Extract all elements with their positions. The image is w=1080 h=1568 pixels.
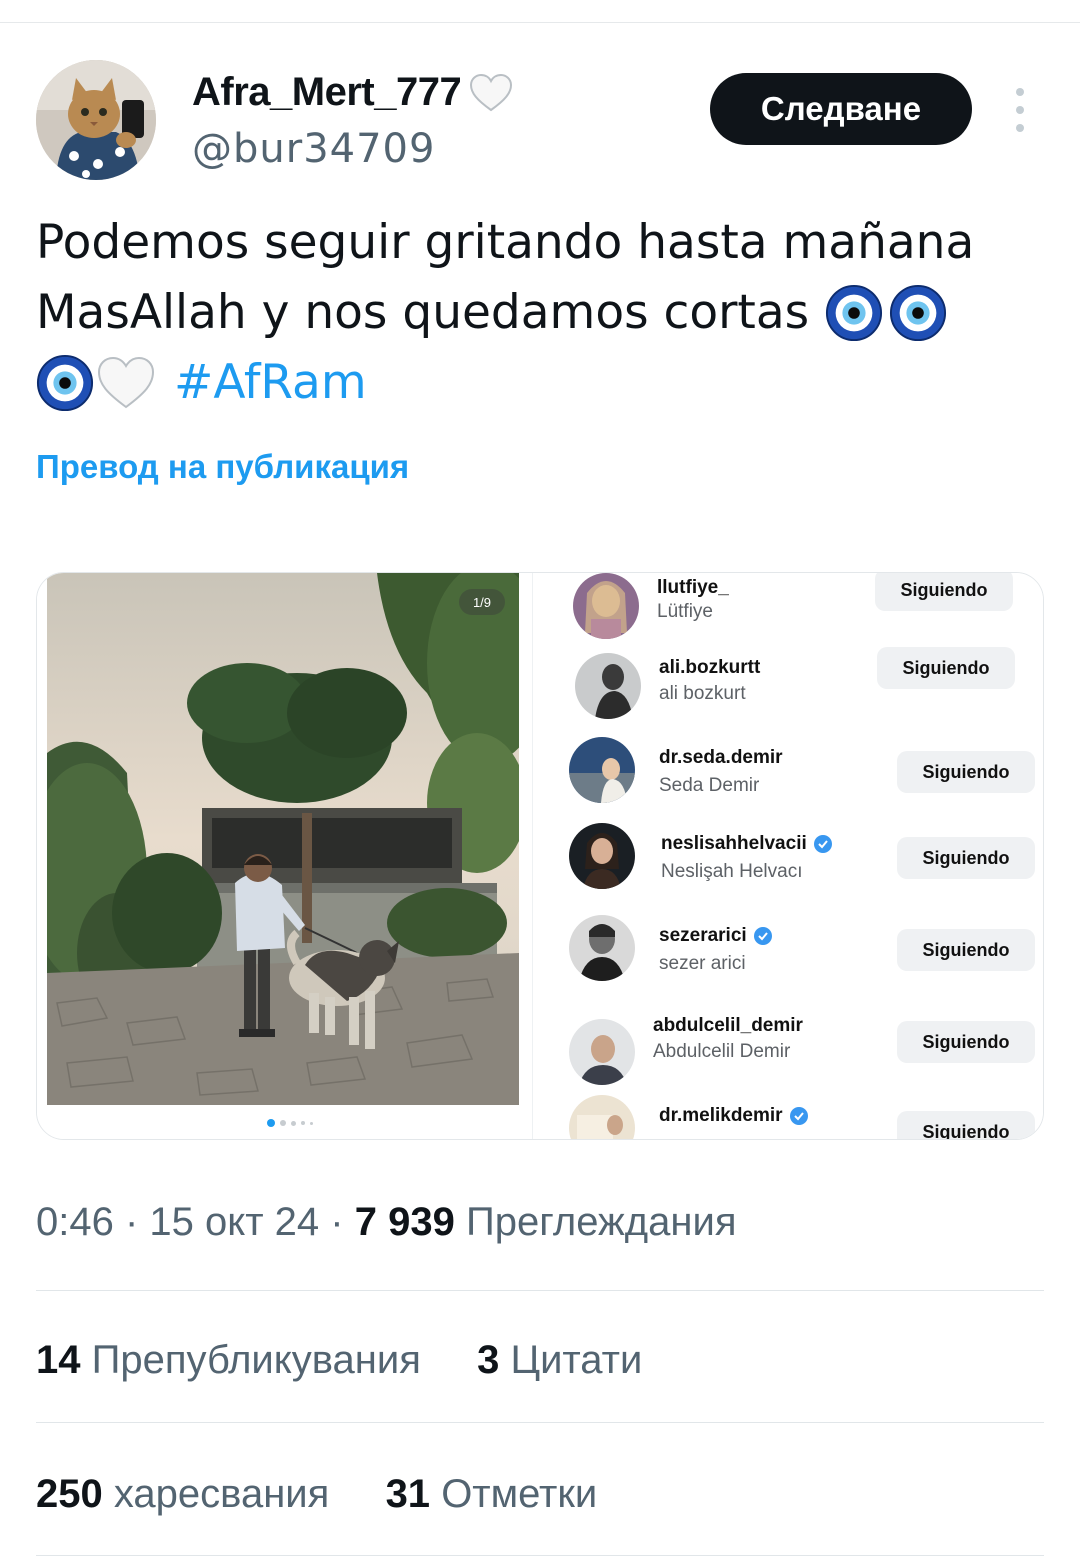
tweet-line-2: MasAllah y nos quedamos cortas xyxy=(36,278,1046,348)
tweet-text-line-2: MasAllah y nos quedamos cortas xyxy=(36,285,810,340)
white-heart-icon xyxy=(470,73,513,111)
following-fullname: ali bozkurt xyxy=(659,683,746,704)
following-username: llutfiye_ xyxy=(657,577,729,598)
following-button: Siguiendo xyxy=(877,647,1015,689)
avatar[interactable] xyxy=(36,60,156,180)
man-with-dog-photo xyxy=(47,573,519,1105)
more-vertical-icon[interactable] xyxy=(1006,88,1034,132)
following-username: ali.bozkurtt xyxy=(659,657,761,678)
divider xyxy=(36,1555,1044,1556)
reposts-count: 14 xyxy=(36,1338,81,1382)
cat-avatar-image xyxy=(36,60,156,180)
follow-button[interactable]: Следване xyxy=(710,73,972,145)
following-button: Siguiendo xyxy=(875,573,1013,611)
avatar xyxy=(569,823,635,889)
reposts-label: Препубликувания xyxy=(91,1338,421,1382)
hashtag-link[interactable]: #AfRam xyxy=(174,348,367,418)
views-label: Преглеждания xyxy=(465,1200,737,1244)
following-button: Siguiendo xyxy=(897,929,1035,971)
stats-row-reposts: 14 Препубликувания 3 Цитати xyxy=(36,1338,642,1383)
media-photo-left[interactable]: 1/9 xyxy=(37,573,533,1139)
quotes-count: 3 xyxy=(477,1338,500,1382)
stats-row-likes: 250 харесвания 31 Отметки xyxy=(36,1472,597,1517)
author-display-name[interactable]: Afra_Mert_777 xyxy=(192,70,462,115)
divider xyxy=(36,1422,1044,1423)
following-username: dr.melikdemir xyxy=(659,1105,809,1127)
media-attachments[interactable]: 1/9 llutfiye_ Lütfiye Siguiendo ali.bozk… xyxy=(36,572,1044,1140)
media-photo-right[interactable]: llutfiye_ Lütfiye Siguiendo ali.bozkurtt… xyxy=(547,573,1043,1139)
tweet-line-3: #AfRam xyxy=(36,348,1046,418)
likes-label: харесвания xyxy=(113,1472,330,1516)
following-fullname: Lütfiye xyxy=(657,601,713,622)
following-username-text: neslisahhelvacii xyxy=(661,833,807,854)
tweet-line-1: Podemos seguir gritando hasta mañana xyxy=(36,208,1046,278)
likes-stat[interactable]: 250 харесвания xyxy=(36,1472,329,1516)
list-item: llutfiye_ Lütfiye Siguiendo xyxy=(547,573,1043,647)
following-username: neslisahhelvacii xyxy=(661,833,833,855)
list-item: abdulcelil_demir Abdulcelil Demir Siguie… xyxy=(547,1015,1043,1095)
post-time[interactable]: 0:46 xyxy=(36,1200,114,1244)
list-item: neslisahhelvacii Neslişah Helvacı Siguie… xyxy=(547,823,1043,903)
tweet-text-line-1: Podemos seguir gritando hasta mañana xyxy=(36,215,975,270)
following-fullname: Abdulcelil Demir xyxy=(653,1041,791,1062)
following-username: dr.seda.demir xyxy=(659,747,783,768)
list-item: sezerarici sezer arici Siguiendo xyxy=(547,915,1043,995)
avatar xyxy=(573,573,639,639)
following-fullname: Neslişah Helvacı xyxy=(661,861,803,882)
nazar-amulet-icon xyxy=(890,284,947,342)
list-item: ali.bozkurtt ali bozkurt Siguiendo xyxy=(547,647,1043,733)
verified-badge-icon xyxy=(813,835,832,853)
avatar xyxy=(575,653,641,719)
following-button: Siguiendo xyxy=(897,751,1035,793)
following-button: Siguiendo xyxy=(897,1111,1035,1139)
tweet-text: Podemos seguir gritando hasta mañana Mas… xyxy=(36,208,1046,418)
quotes-label: Цитати xyxy=(510,1338,643,1382)
divider xyxy=(36,1290,1044,1291)
bookmarks-label: Отметки xyxy=(441,1472,598,1516)
list-item: dr.melikdemir Siguiendo xyxy=(547,1095,1043,1139)
following-username-text: dr.melikdemir xyxy=(659,1105,783,1126)
carousel-dots xyxy=(267,1119,313,1127)
verified-badge-icon xyxy=(753,927,772,945)
white-heart-icon xyxy=(97,356,155,409)
avatar xyxy=(569,1019,635,1085)
author-handle[interactable]: @bur34709 xyxy=(192,126,435,172)
following-fullname: Seda Demir xyxy=(659,775,760,796)
quotes-stat[interactable]: 3 Цитати xyxy=(477,1338,642,1382)
bookmarks-stat[interactable]: 31 Отметки xyxy=(386,1472,598,1516)
post-meta: 0:46 · 15 окт 24 · 7 939 Преглеждания xyxy=(36,1200,737,1244)
list-item: dr.seda.demir Seda Demir Siguiendo xyxy=(547,737,1043,817)
views-count: 7 939 xyxy=(354,1200,455,1244)
avatar xyxy=(569,915,635,981)
author-name-row[interactable]: Afra_Mert_777 xyxy=(192,70,513,115)
avatar xyxy=(569,737,635,803)
top-divider xyxy=(0,22,1080,23)
likes-count: 250 xyxy=(36,1472,103,1516)
avatar xyxy=(569,1095,635,1139)
following-username: abdulcelil_demir xyxy=(653,1015,803,1036)
following-username: sezerarici xyxy=(659,925,773,947)
post-date[interactable]: 15 окт 24 xyxy=(149,1200,319,1244)
following-username-text: sezerarici xyxy=(659,925,747,946)
following-fullname: sezer arici xyxy=(659,953,746,974)
following-button: Siguiendo xyxy=(897,1021,1035,1063)
translate-post-link[interactable]: Превод на публикация xyxy=(36,448,409,486)
verified-badge-icon xyxy=(789,1107,808,1125)
bookmarks-count: 31 xyxy=(385,1472,431,1516)
following-button: Siguiendo xyxy=(897,837,1035,879)
nazar-amulet-icon xyxy=(36,354,94,412)
reposts-stat[interactable]: 14 Препубликувания xyxy=(36,1338,421,1382)
nazar-amulet-icon xyxy=(826,284,883,342)
media-counter: 1/9 xyxy=(459,589,505,615)
